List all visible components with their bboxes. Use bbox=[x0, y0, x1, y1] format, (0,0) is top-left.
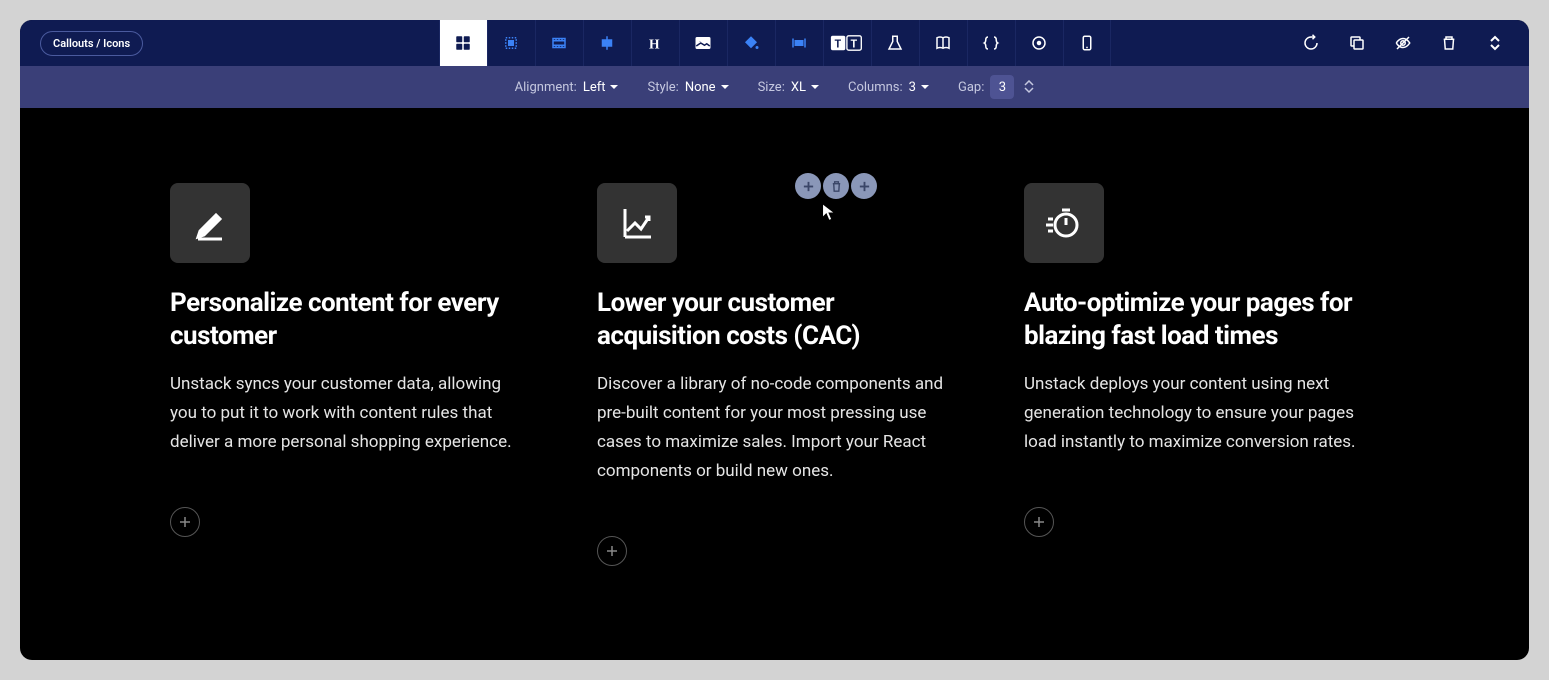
add-after-button[interactable] bbox=[851, 173, 877, 199]
plus-icon bbox=[858, 180, 871, 193]
style-label: Style: bbox=[647, 80, 678, 95]
plus-icon bbox=[802, 180, 815, 193]
size-control[interactable]: Size: XL bbox=[758, 80, 820, 95]
card-title[interactable]: Personalize content for every customer bbox=[170, 287, 525, 352]
chevron-up-icon bbox=[1024, 80, 1034, 87]
component-type-badge[interactable]: Callouts / Icons bbox=[40, 31, 143, 56]
style-value: None bbox=[685, 80, 716, 95]
chevron-down-icon bbox=[609, 82, 619, 92]
style-control[interactable]: Style: None bbox=[647, 80, 729, 95]
section-box-tool[interactable] bbox=[487, 20, 535, 66]
layout-grid-tool[interactable] bbox=[439, 20, 487, 66]
target-tool[interactable] bbox=[1015, 20, 1063, 66]
add-element-button[interactable] bbox=[170, 507, 200, 537]
alignment-control[interactable]: Alignment: Left bbox=[515, 80, 620, 95]
image-tool[interactable] bbox=[679, 20, 727, 66]
alignment-value: Left bbox=[583, 80, 606, 95]
toolbar-top: Callouts / Icons H bbox=[20, 20, 1529, 66]
book-tool[interactable] bbox=[919, 20, 967, 66]
chevron-down-icon bbox=[920, 82, 930, 92]
card-icon-tile[interactable] bbox=[1024, 183, 1104, 263]
toolbar-sub: Alignment: Left Style: None Size: XL Col… bbox=[20, 66, 1529, 108]
chevron-up-icon bbox=[1489, 35, 1501, 43]
svg-text:T: T bbox=[835, 38, 842, 51]
plus-icon bbox=[605, 544, 619, 558]
width-tool[interactable] bbox=[775, 20, 823, 66]
chevron-down-icon bbox=[810, 82, 820, 92]
card-body[interactable]: Unstack syncs your customer data, allowi… bbox=[170, 370, 525, 457]
plus-icon bbox=[178, 515, 192, 529]
speed-icon bbox=[1044, 203, 1084, 243]
gap-label: Gap: bbox=[958, 80, 984, 95]
gap-control[interactable]: Gap: 3 bbox=[958, 75, 1034, 99]
lab-tool[interactable] bbox=[871, 20, 919, 66]
add-element-button[interactable] bbox=[597, 536, 627, 566]
card-icon-tile[interactable] bbox=[170, 183, 250, 263]
content-canvas[interactable]: Personalize content for every customer U… bbox=[20, 108, 1529, 606]
chevron-down-icon bbox=[1489, 43, 1501, 51]
alignment-label: Alignment: bbox=[515, 80, 577, 95]
toolbar-right-tools bbox=[1289, 20, 1529, 66]
edit-icon bbox=[190, 203, 230, 243]
svg-text:H: H bbox=[649, 36, 660, 51]
cursor-icon bbox=[818, 201, 840, 227]
refresh-tool[interactable] bbox=[1289, 20, 1333, 66]
mobile-tool[interactable] bbox=[1063, 20, 1111, 66]
chart-icon bbox=[617, 203, 657, 243]
gap-steppers[interactable] bbox=[1024, 80, 1034, 94]
heading-tool[interactable]: H bbox=[631, 20, 679, 66]
card-icon-tile[interactable] bbox=[597, 183, 677, 263]
card-title[interactable]: Lower your customer acquisition costs (C… bbox=[597, 287, 952, 352]
add-before-button[interactable] bbox=[795, 173, 821, 199]
code-braces-tool[interactable] bbox=[967, 20, 1015, 66]
delete-tool[interactable] bbox=[1427, 20, 1471, 66]
svg-text:T: T bbox=[851, 38, 858, 51]
callout-card[interactable]: Auto-optimize your pages for blazing fas… bbox=[1024, 183, 1379, 566]
delete-card-button[interactable] bbox=[823, 173, 849, 199]
paint-bucket-tool[interactable] bbox=[727, 20, 775, 66]
add-element-button[interactable] bbox=[1024, 507, 1054, 537]
chevron-down-icon bbox=[720, 82, 730, 92]
copy-tool[interactable] bbox=[1335, 20, 1379, 66]
size-label: Size: bbox=[758, 80, 785, 95]
align-center-tool[interactable] bbox=[583, 20, 631, 66]
visibility-off-tool[interactable] bbox=[1381, 20, 1425, 66]
callout-card[interactable]: Personalize content for every customer U… bbox=[170, 183, 525, 566]
gap-value[interactable]: 3 bbox=[990, 75, 1014, 99]
callout-card[interactable]: Lower your customer acquisition costs (C… bbox=[597, 183, 952, 566]
chevron-down-icon bbox=[1024, 87, 1034, 94]
toolbar-center-tools: H T T bbox=[439, 20, 1111, 66]
card-title[interactable]: Auto-optimize your pages for blazing fas… bbox=[1024, 287, 1379, 352]
plus-icon bbox=[1032, 515, 1046, 529]
columns-value: 3 bbox=[909, 80, 916, 95]
trash-icon bbox=[830, 180, 843, 193]
editor-frame: Callouts / Icons H bbox=[20, 20, 1529, 660]
card-body[interactable]: Discover a library of no-code components… bbox=[597, 370, 952, 486]
columns-control[interactable]: Columns: 3 bbox=[848, 80, 930, 95]
text-style-tool[interactable]: T T bbox=[823, 20, 871, 66]
film-strip-tool[interactable] bbox=[535, 20, 583, 66]
size-value: XL bbox=[791, 80, 806, 95]
columns-label: Columns: bbox=[848, 80, 903, 95]
reorder-chevrons[interactable] bbox=[1473, 20, 1517, 66]
card-hover-actions bbox=[795, 173, 877, 199]
card-body[interactable]: Unstack deploys your content using next … bbox=[1024, 370, 1379, 457]
